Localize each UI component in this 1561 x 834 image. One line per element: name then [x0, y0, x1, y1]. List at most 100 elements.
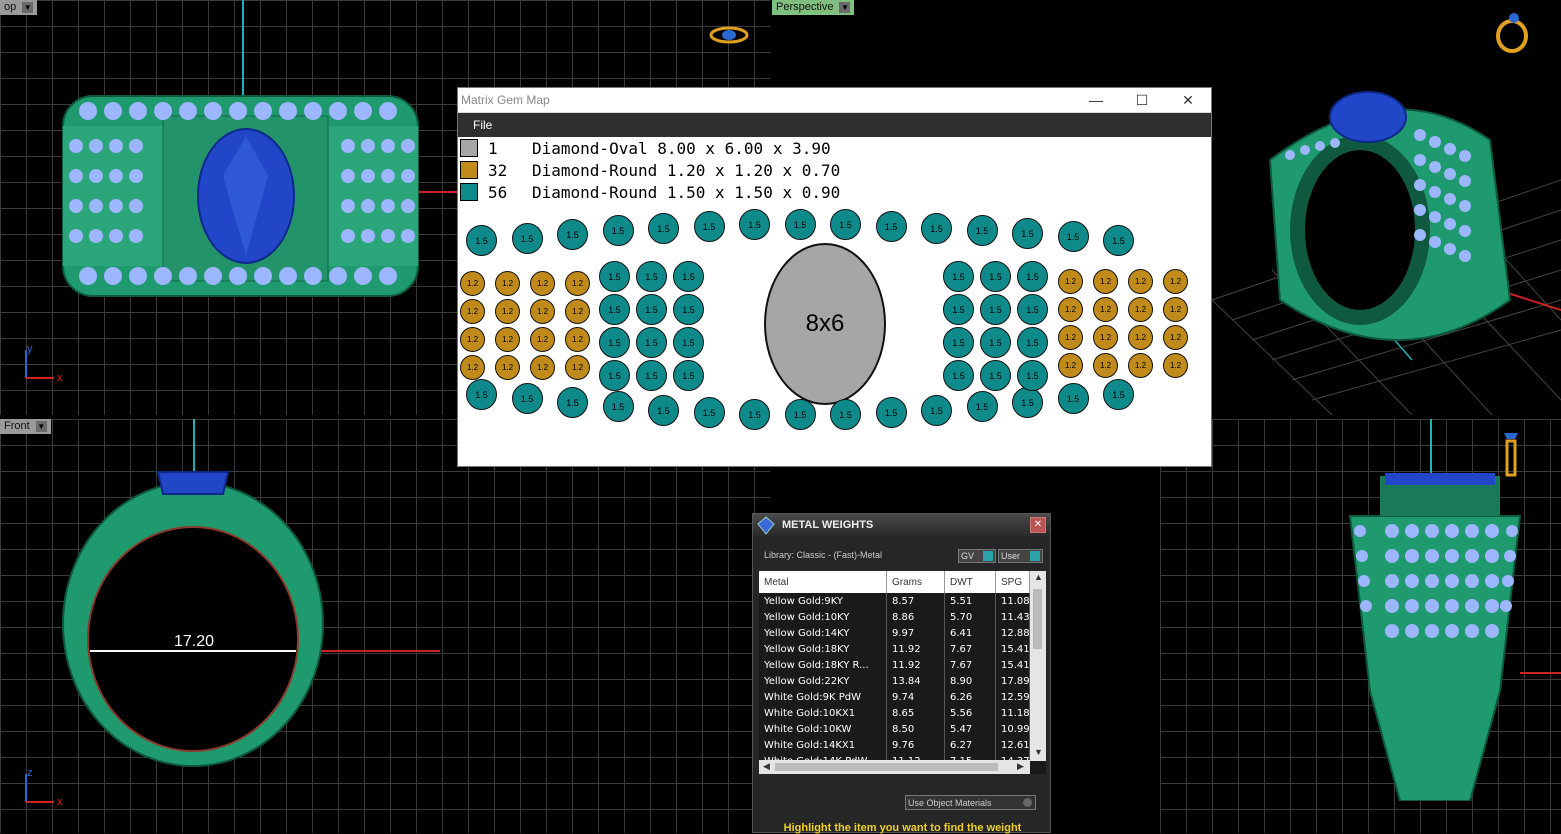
gem-1-5[interactable]: 1.5 [943, 327, 974, 358]
gem-1-2[interactable]: 1.2 [460, 327, 485, 352]
minimize-icon[interactable]: — [1073, 92, 1119, 109]
side-view-icon[interactable] [1500, 429, 1522, 479]
close-icon[interactable]: ✕ [1030, 517, 1046, 533]
center-gem-oval[interactable]: 8x6 [764, 243, 886, 405]
gem-1-5[interactable]: 1.5 [599, 360, 630, 391]
gem-1-5[interactable]: 1.5 [830, 399, 861, 430]
table-row[interactable]: White Gold:10KW 8.50 5.47 10.99 [759, 721, 1046, 737]
gem-1-5[interactable]: 1.5 [943, 294, 974, 325]
gem-1-5[interactable]: 1.5 [784, 209, 816, 240]
gem-1-5[interactable]: 1.5 [466, 225, 497, 256]
gem-1-5[interactable]: 1.5 [648, 395, 679, 426]
viewport-right[interactable] [1160, 419, 1561, 833]
gem-1-5[interactable]: 1.5 [921, 395, 952, 426]
gem-1-5[interactable]: 1.5 [636, 327, 667, 358]
gem-1-5[interactable]: 1.5 [511, 383, 543, 414]
gem-1-5[interactable]: 1.5 [1012, 218, 1043, 249]
gem-1-5[interactable]: 1.5 [966, 391, 998, 422]
table-row[interactable]: Yellow Gold:22KY 13.84 8.90 17.89 [759, 673, 1046, 689]
scroll-up-icon[interactable]: ▲ [1034, 572, 1043, 582]
scroll-right-icon[interactable]: ▶ [1017, 761, 1024, 772]
gem-map-titlebar[interactable]: Matrix Gem Map — ☐ ✕ [458, 88, 1211, 113]
gem-1-2[interactable]: 1.2 [1163, 325, 1188, 350]
gem-1-2[interactable]: 1.2 [1163, 297, 1188, 322]
gem-1-5[interactable]: 1.5 [1057, 221, 1089, 252]
vertical-scrollbar[interactable]: ▲ ▼ [1030, 571, 1046, 761]
gem-1-5[interactable]: 1.5 [636, 261, 667, 292]
gem-1-2[interactable]: 1.2 [1128, 297, 1153, 322]
gem-1-5[interactable]: 1.5 [466, 379, 497, 410]
gem-1-5[interactable]: 1.5 [599, 294, 630, 325]
column-header-dwt[interactable]: DWT [945, 571, 996, 593]
gem-1-5[interactable]: 1.5 [602, 215, 634, 246]
table-row[interactable]: Yellow Gold:10KY 8.86 5.70 11.43 [759, 609, 1046, 625]
metal-weights-table[interactable]: Metal Grams DWT SPG Yellow Gold:9KY 8.57 5… [759, 571, 1046, 774]
gem-1-2[interactable]: 1.2 [495, 355, 520, 380]
table-row[interactable]: Yellow Gold:14KY 9.97 6.41 12.88 [759, 625, 1046, 641]
gem-1-5[interactable]: 1.5 [875, 211, 907, 242]
gem-1-2[interactable]: 1.2 [1058, 325, 1083, 350]
gem-1-5[interactable]: 1.5 [784, 399, 816, 430]
gem-map-window[interactable]: Matrix Gem Map — ☐ ✕ File 1 Diamond-Oval… [458, 88, 1211, 466]
gem-1-5[interactable]: 1.5 [557, 219, 588, 250]
gem-1-2[interactable]: 1.2 [565, 271, 590, 296]
table-row[interactable]: Yellow Gold:18KY R... 11.92 7.67 15.41 [759, 657, 1046, 673]
gem-1-5[interactable]: 1.5 [980, 294, 1011, 325]
viewport-label-top[interactable]: op ▼ [0, 0, 38, 15]
view-cube-icon[interactable] [708, 24, 750, 46]
menu-file[interactable]: File [458, 118, 492, 132]
gem-1-5[interactable]: 1.5 [1103, 225, 1134, 256]
gem-1-5[interactable]: 1.5 [693, 397, 725, 428]
table-row[interactable]: Yellow Gold:18KY 11.92 7.67 15.41 [759, 641, 1046, 657]
gem-1-5[interactable]: 1.5 [673, 294, 704, 325]
gem-1-5[interactable]: 1.5 [673, 327, 704, 358]
gem-1-2[interactable]: 1.2 [1058, 297, 1083, 322]
gem-1-2[interactable]: 1.2 [1128, 269, 1153, 294]
gem-1-2[interactable]: 1.2 [460, 271, 485, 296]
gem-1-2[interactable]: 1.2 [530, 327, 555, 352]
chevron-down-icon[interactable]: ▼ [22, 2, 34, 13]
use-object-materials-toggle[interactable]: Use Object Materials [905, 795, 1036, 810]
gem-1-5[interactable]: 1.5 [1012, 387, 1043, 418]
gem-1-2[interactable]: 1.2 [495, 271, 520, 296]
gem-1-5[interactable]: 1.5 [1017, 261, 1048, 292]
gem-1-5[interactable]: 1.5 [980, 327, 1011, 358]
gem-1-2[interactable]: 1.2 [1093, 325, 1118, 350]
gem-1-2[interactable]: 1.2 [1128, 353, 1153, 378]
gem-1-5[interactable]: 1.5 [739, 399, 770, 430]
gem-1-5[interactable]: 1.5 [830, 209, 861, 240]
horizontal-scrollbar[interactable]: ◀ ▶ [759, 760, 1030, 774]
column-header-metal[interactable]: Metal [759, 571, 887, 593]
gem-1-5[interactable]: 1.5 [1103, 379, 1134, 410]
gem-1-2[interactable]: 1.2 [530, 299, 555, 324]
gem-1-5[interactable]: 1.5 [1017, 294, 1048, 325]
gv-toggle[interactable]: GV [958, 549, 996, 563]
column-header-grams[interactable]: Grams [887, 571, 945, 593]
gem-1-5[interactable]: 1.5 [1017, 327, 1048, 358]
gem-1-2[interactable]: 1.2 [1058, 269, 1083, 294]
close-icon[interactable]: ✕ [1165, 92, 1211, 109]
scroll-down-icon[interactable]: ▼ [1034, 747, 1043, 757]
gem-1-5[interactable]: 1.5 [1057, 383, 1089, 414]
gem-1-2[interactable]: 1.2 [1093, 353, 1118, 378]
gem-1-2[interactable]: 1.2 [460, 299, 485, 324]
gem-1-5[interactable]: 1.5 [673, 261, 704, 292]
gem-1-2[interactable]: 1.2 [1163, 353, 1188, 378]
gem-1-5[interactable]: 1.5 [739, 209, 770, 240]
gem-1-5[interactable]: 1.5 [673, 360, 704, 391]
gem-1-5[interactable]: 1.5 [636, 294, 667, 325]
gem-1-5[interactable]: 1.5 [943, 360, 974, 391]
gem-1-5[interactable]: 1.5 [636, 360, 667, 391]
gem-1-2[interactable]: 1.2 [495, 327, 520, 352]
gem-1-5[interactable]: 1.5 [599, 261, 630, 292]
gem-1-5[interactable]: 1.5 [980, 360, 1011, 391]
gem-1-5[interactable]: 1.5 [599, 327, 630, 358]
ring-view-icon[interactable] [1492, 6, 1532, 54]
gem-1-2[interactable]: 1.2 [495, 299, 520, 324]
viewport-front[interactable]: Front ▼ 17.20 z x [0, 419, 770, 833]
gem-1-5[interactable]: 1.5 [557, 387, 588, 418]
gem-1-5[interactable]: 1.5 [966, 215, 998, 246]
gem-1-2[interactable]: 1.2 [1128, 325, 1153, 350]
gem-1-2[interactable]: 1.2 [1058, 353, 1083, 378]
gem-1-5[interactable]: 1.5 [980, 261, 1011, 292]
